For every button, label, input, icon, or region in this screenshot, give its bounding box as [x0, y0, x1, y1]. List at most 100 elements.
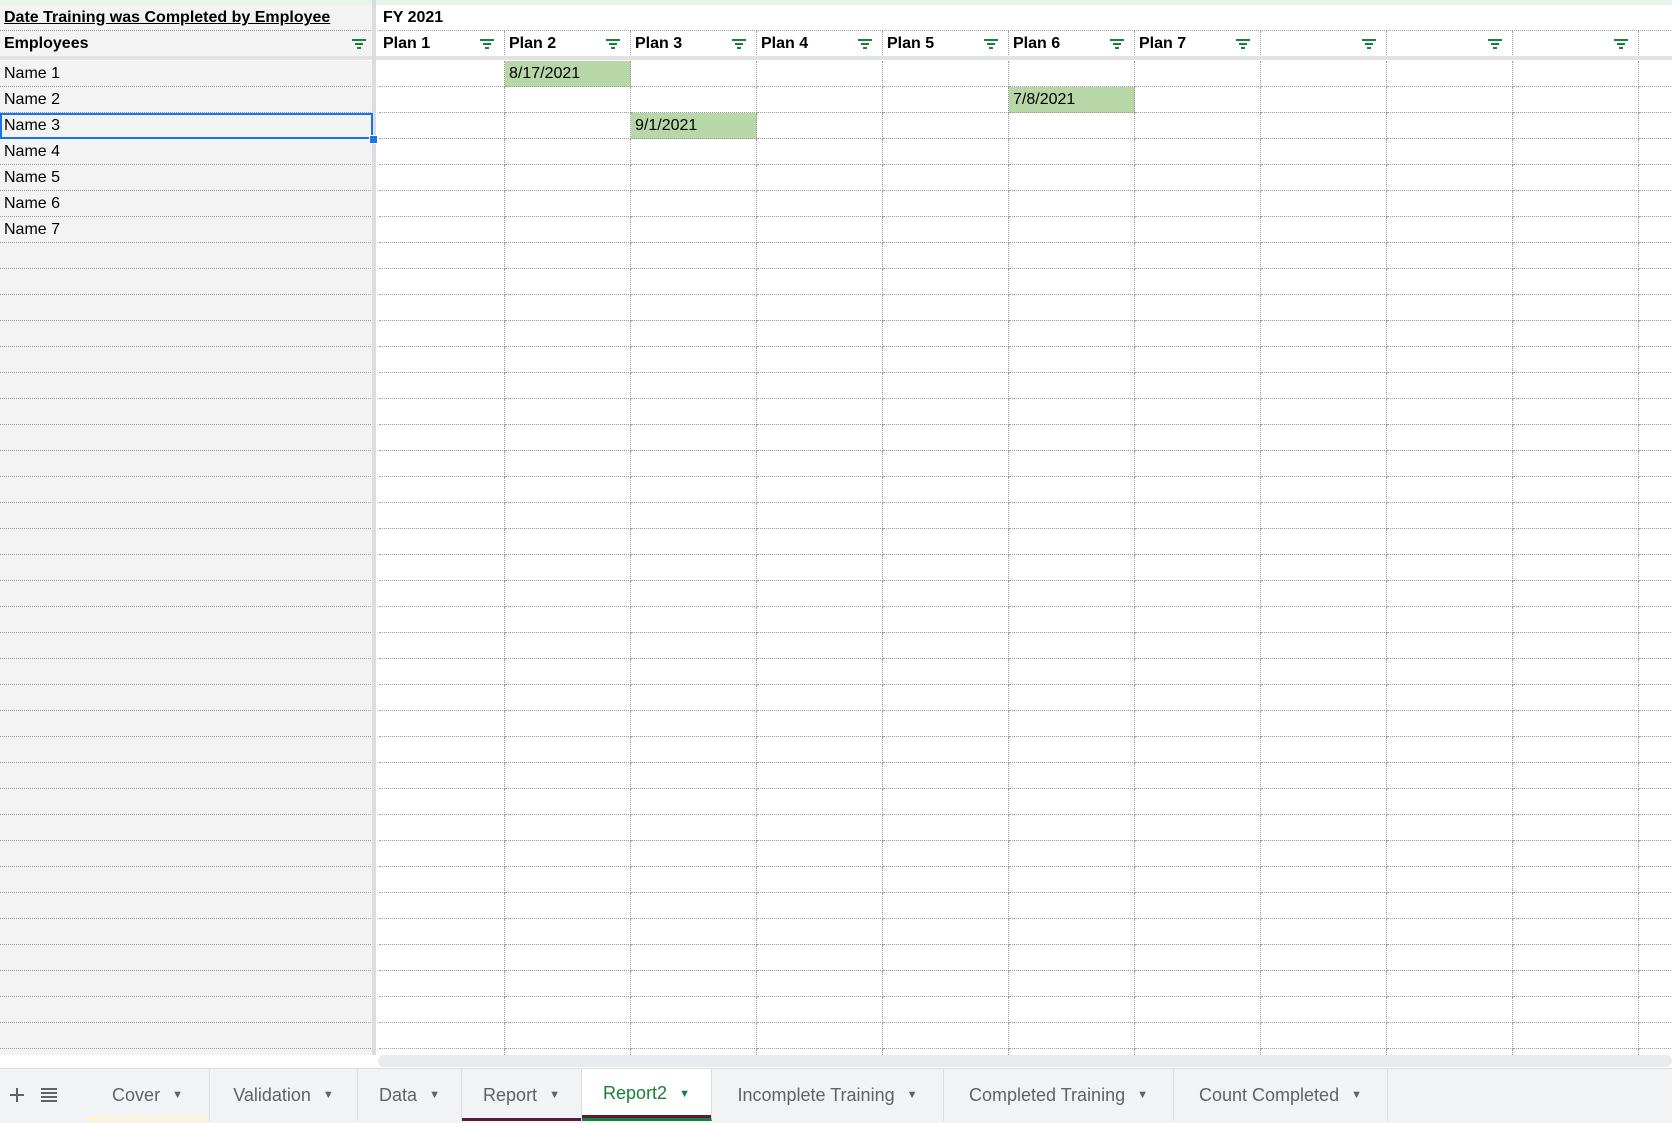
grid-cell[interactable] — [1639, 685, 1672, 711]
employee-name-cell[interactable] — [0, 295, 373, 321]
employee-name-cell[interactable] — [0, 971, 373, 997]
grid-cell[interactable] — [631, 347, 757, 373]
grid-cell[interactable] — [883, 295, 1009, 321]
grid-cell[interactable] — [1261, 945, 1387, 971]
grid-cell[interactable] — [1513, 763, 1639, 789]
grid-cell[interactable] — [757, 607, 883, 633]
grid-cell[interactable] — [379, 165, 505, 191]
grid-cell[interactable] — [883, 607, 1009, 633]
grid-cell[interactable] — [1387, 451, 1513, 477]
grid-cell[interactable] — [1513, 477, 1639, 503]
grid-cell[interactable] — [379, 945, 505, 971]
sheet-tab[interactable]: Cover ▼ — [86, 1069, 210, 1121]
grid-cell[interactable] — [757, 555, 883, 581]
sheet-tab[interactable]: Data ▼ — [358, 1069, 462, 1121]
grid-cell[interactable] — [1009, 711, 1135, 737]
grid-cell[interactable] — [631, 87, 757, 113]
employee-name-cell[interactable] — [0, 399, 373, 425]
grid-cell[interactable] — [1387, 295, 1513, 321]
grid-cell[interactable] — [1261, 659, 1387, 685]
grid-cell[interactable] — [1261, 867, 1387, 893]
grid-cell[interactable] — [631, 607, 757, 633]
grid-cell[interactable] — [1135, 269, 1261, 295]
grid-cell[interactable] — [1135, 217, 1261, 243]
grid-cell[interactable] — [1387, 1023, 1513, 1049]
grid-cell[interactable] — [505, 217, 631, 243]
grid-cell[interactable] — [1261, 321, 1387, 347]
grid-cell[interactable] — [883, 243, 1009, 269]
grid-cell[interactable] — [883, 425, 1009, 451]
employee-name-cell[interactable] — [0, 347, 373, 373]
filter-icon[interactable] — [731, 38, 747, 50]
grid-cell[interactable] — [1009, 477, 1135, 503]
grid-cell[interactable] — [1639, 451, 1672, 477]
grid-cell[interactable] — [379, 61, 505, 87]
grid-cell[interactable] — [505, 165, 631, 191]
grid-cell[interactable] — [631, 477, 757, 503]
grid-cell[interactable] — [1009, 321, 1135, 347]
grid-cell[interactable] — [1513, 893, 1639, 919]
grid-cell[interactable] — [1387, 581, 1513, 607]
spreadsheet-grid[interactable]: Date Training was Completed by Employee F… — [0, 0, 1672, 1055]
grid-cell[interactable] — [631, 945, 757, 971]
grid-cell[interactable] — [631, 763, 757, 789]
grid-cell[interactable] — [631, 841, 757, 867]
grid-cell[interactable] — [505, 87, 631, 113]
grid-cell[interactable] — [1387, 503, 1513, 529]
grid-cell[interactable] — [1639, 373, 1672, 399]
grid-cell[interactable] — [379, 425, 505, 451]
grid-cell[interactable] — [505, 815, 631, 841]
employee-name-cell[interactable] — [0, 893, 373, 919]
grid-cell[interactable] — [505, 711, 631, 737]
grid-cell[interactable] — [1009, 763, 1135, 789]
grid-cell[interactable] — [883, 841, 1009, 867]
grid-cell[interactable] — [1009, 633, 1135, 659]
grid-cell[interactable] — [1513, 373, 1639, 399]
grid-cell[interactable] — [1639, 841, 1672, 867]
grid-cell[interactable] — [505, 191, 631, 217]
chevron-down-icon[interactable]: ▼ — [1351, 1089, 1362, 1101]
filter-icon[interactable] — [1235, 38, 1251, 50]
grid-cell[interactable] — [1261, 893, 1387, 919]
employee-name-cell[interactable] — [0, 529, 373, 555]
grid-cell[interactable] — [1261, 555, 1387, 581]
grid-cell[interactable] — [1135, 347, 1261, 373]
grid-cell[interactable] — [1261, 997, 1387, 1023]
grid-cell[interactable] — [379, 321, 505, 347]
grid-cell[interactable] — [1135, 763, 1261, 789]
employee-name-cell[interactable] — [0, 841, 373, 867]
grid-cell[interactable] — [757, 945, 883, 971]
grid-cell[interactable] — [757, 295, 883, 321]
grid-cell[interactable] — [1135, 165, 1261, 191]
sheet-title[interactable]: Date Training was Completed by Employee — [0, 5, 373, 31]
grid-cell[interactable] — [1639, 529, 1672, 555]
grid-cell[interactable] — [379, 217, 505, 243]
grid-cell[interactable] — [1135, 893, 1261, 919]
grid-cell[interactable] — [1513, 659, 1639, 685]
grid-cell[interactable] — [1135, 919, 1261, 945]
grid-cell[interactable] — [1387, 165, 1513, 191]
grid-cell[interactable] — [1135, 87, 1261, 113]
grid-cell[interactable] — [1387, 945, 1513, 971]
grid-cell[interactable] — [883, 373, 1009, 399]
grid-cell[interactable] — [1261, 633, 1387, 659]
grid-cell[interactable] — [1513, 191, 1639, 217]
grid-cell[interactable] — [1387, 399, 1513, 425]
grid-cell[interactable] — [1261, 217, 1387, 243]
grid-cell[interactable] — [757, 971, 883, 997]
grid-cell[interactable] — [883, 997, 1009, 1023]
grid-cell[interactable] — [1009, 399, 1135, 425]
grid-cell[interactable] — [1009, 607, 1135, 633]
grid-cell[interactable] — [757, 789, 883, 815]
grid-cell[interactable] — [1639, 659, 1672, 685]
grid-cell[interactable] — [505, 919, 631, 945]
grid-cell[interactable] — [1387, 243, 1513, 269]
grid-cell[interactable] — [1261, 971, 1387, 997]
grid-cell[interactable] — [757, 113, 883, 139]
grid-cell[interactable] — [1009, 659, 1135, 685]
employee-name-cell[interactable] — [0, 373, 373, 399]
grid-cell[interactable] — [1135, 321, 1261, 347]
grid-cell[interactable] — [1135, 711, 1261, 737]
employee-name-cell[interactable] — [0, 789, 373, 815]
grid-cell[interactable] — [1387, 139, 1513, 165]
